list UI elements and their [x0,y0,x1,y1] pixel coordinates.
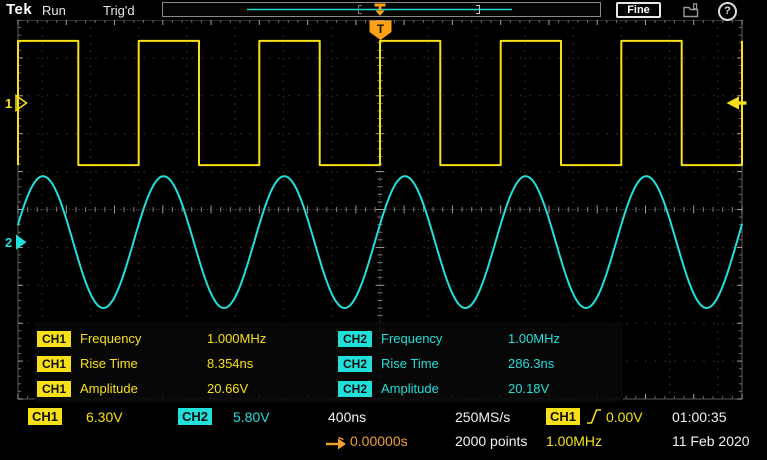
top-status-bar: Tek Run Trig'd Fine ? [0,0,767,20]
trigger-level-arrow[interactable] [727,97,740,110]
trigger-level-arrow-tail [739,101,747,104]
measurement-row: CH1 Frequency 1.000MHz [37,326,329,351]
record-view-bar[interactable] [162,2,601,17]
file-save-icon[interactable] [683,3,700,18]
ch1-badge[interactable]: CH1 [37,356,71,372]
measurement-label: Rise Time [80,356,138,371]
tek-logo: Tek [6,1,32,18]
measurement-value: 8.354ns [207,356,253,371]
measurement-label: Amplitude [80,381,138,396]
ch1-marker-label: 1 [5,96,12,111]
ch1-scale-badge[interactable]: CH1 [28,408,62,425]
record-length: 2000 points [455,433,527,449]
oscilloscope-screen: 1 2 T Tek Run Trig'd Fine [0,0,767,460]
trigger-flag-label: T [377,22,385,36]
measurement-row: CH1 Rise Time 8.354ns [37,351,329,376]
ch2-badge[interactable]: CH2 [338,356,372,372]
measurement-label: Frequency [80,331,141,346]
rising-edge-icon [586,408,602,425]
horizontal-position-arrow-icon [326,435,347,450]
fine-button[interactable]: Fine [616,2,661,18]
measurement-panel: CH1 Frequency 1.000MHz CH1 Rise Time 8.3… [35,322,623,402]
ch2-badge[interactable]: CH2 [338,331,372,347]
measurement-value: 1.000MHz [207,331,266,346]
measurement-label: Frequency [381,331,442,346]
clock-time: 01:00:35 [672,409,727,425]
ch1-scale-value: 6.30V [86,409,123,425]
trigger-status: Trig'd [103,3,135,18]
measurement-row: CH1 Amplitude 20.66V [37,376,329,401]
status-bar: CH1 6.30V CH2 5.80V 400ns 250MS/s CH1 0.… [0,403,767,460]
ch1-measurements: CH1 Frequency 1.000MHz CH1 Rise Time 8.3… [37,326,329,401]
measurement-value: 1.00MHz [508,331,560,346]
ch2-scale-badge[interactable]: CH2 [178,408,212,425]
acquisition-status: Run [42,3,66,18]
measurement-value: 20.66V [207,381,248,396]
trigger-level-value: 0.00V [606,409,643,425]
sample-rate: 250MS/s [455,409,510,425]
help-icon[interactable]: ? [718,2,737,21]
trigger-frequency: 1.00MHz [546,433,602,449]
date-display: 11 Feb 2020 [672,433,750,449]
measurement-row: CH2 Amplitude 20.18V [338,376,630,401]
ch2-measurements: CH2 Frequency 1.00MHz CH2 Rise Time 286.… [338,326,630,401]
ch2-scale-value: 5.80V [233,409,270,425]
timebase-value: 400ns [328,409,366,425]
measurement-value: 286.3ns [508,356,554,371]
ch2-marker-label: 2 [5,235,12,250]
ch2-badge[interactable]: CH2 [338,381,372,397]
ch1-badge[interactable]: CH1 [37,331,71,347]
measurement-row: CH2 Frequency 1.00MHz [338,326,630,351]
trigger-source-badge[interactable]: CH1 [546,408,580,425]
measurement-label: Rise Time [381,356,439,371]
measurement-value: 20.18V [508,381,549,396]
ch1-badge[interactable]: CH1 [37,381,71,397]
ch1-square-trace [18,41,742,165]
ch2-sine-trace [18,176,742,308]
horizontal-position-value: 0.00000s [350,433,408,449]
measurement-label: Amplitude [381,381,439,396]
measurement-row: CH2 Rise Time 286.3ns [338,351,630,376]
